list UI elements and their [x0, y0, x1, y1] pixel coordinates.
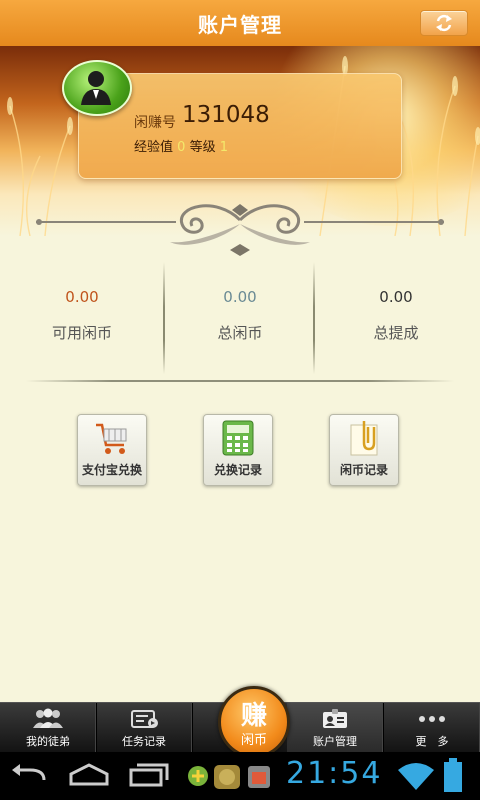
- earn-subtitle: 闲币: [240, 733, 267, 748]
- tab-task-record[interactable]: 任务记录: [96, 703, 193, 753]
- more-dots-icon: [419, 716, 445, 722]
- refresh-button[interactable]: [420, 10, 468, 36]
- title-bar: 账户管理: [0, 0, 480, 47]
- stat-value: 0.00: [223, 288, 257, 306]
- divider: [313, 262, 315, 374]
- stat-total-commission: 0.00 总提成: [316, 262, 476, 382]
- group-icon: [33, 708, 63, 728]
- tab-label: 账户管理: [313, 735, 357, 748]
- user-icon: [81, 71, 111, 105]
- avatar[interactable]: [62, 60, 132, 116]
- level-value: 1: [219, 140, 229, 155]
- divider: [26, 380, 454, 382]
- notification-app-icons[interactable]: [186, 762, 276, 792]
- system-bar: 21:54: [0, 752, 480, 800]
- home-icon[interactable]: [68, 762, 110, 788]
- tab-account-management[interactable]: 账户管理: [287, 703, 384, 753]
- battery-icon: [444, 758, 462, 792]
- id-card-icon: [323, 709, 347, 728]
- level-label: 等级: [189, 140, 216, 155]
- stat-total-coins: 0.00 总闲币: [160, 262, 320, 382]
- experience-line: 经验值 0 等级 1: [134, 136, 228, 155]
- cart-icon: [96, 423, 127, 454]
- tab-my-apprentices[interactable]: 我的徒弟: [0, 703, 97, 753]
- action-label: 闲币记录: [339, 463, 388, 477]
- task-record-icon: [131, 710, 158, 728]
- page-title: 账户管理: [198, 13, 282, 37]
- user-id-label: 闲赚号: [134, 115, 176, 131]
- decorative-ornament: [36, 204, 444, 256]
- stat-label: 可用闲币: [51, 324, 112, 342]
- stat-value: 0.00: [65, 288, 99, 306]
- user-id: 131048: [182, 102, 270, 128]
- tab-label: 任务记录: [122, 735, 166, 748]
- stat-label: 总提成: [373, 324, 419, 342]
- exchange-record-button[interactable]: 兑换记录: [203, 414, 273, 486]
- recent-apps-icon[interactable]: [128, 762, 170, 788]
- tab-more[interactable]: 更 多: [384, 703, 480, 753]
- stats-panel: 0.00 可用闲币 0.00 总闲币 0.00 总提成: [0, 262, 480, 382]
- tab-label: 我的徒弟: [26, 735, 70, 748]
- alipay-exchange-button[interactable]: 支付宝兑换: [77, 414, 147, 486]
- tab-label: 更 多: [415, 735, 449, 748]
- stat-available-coins: 0.00 可用闲币: [2, 262, 162, 382]
- paperclip-note-icon: [350, 421, 378, 456]
- action-label: 支付宝兑换: [81, 463, 142, 477]
- refresh-icon: [436, 14, 452, 32]
- wifi-icon: [398, 763, 434, 790]
- exp-value: 0: [177, 140, 186, 155]
- stat-label: 总闲币: [217, 324, 263, 342]
- calculator-icon: [222, 420, 254, 456]
- earn-title: 赚: [240, 701, 267, 731]
- action-label: 兑换记录: [213, 463, 262, 477]
- stat-value: 0.00: [379, 288, 413, 306]
- back-icon[interactable]: [10, 762, 50, 788]
- coin-record-button[interactable]: 闲币记录: [329, 414, 399, 486]
- exp-label: 经验值: [134, 140, 174, 155]
- earn-coins-button[interactable]: 赚 闲币: [218, 686, 290, 758]
- system-clock: 21:54: [286, 756, 383, 791]
